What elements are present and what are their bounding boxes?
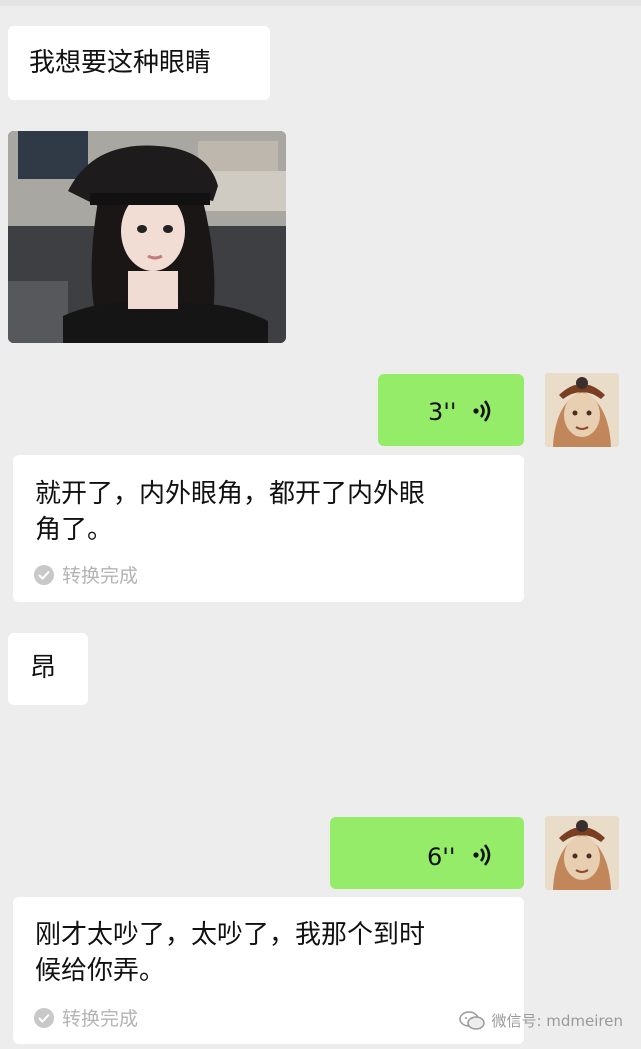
transcript-line: 刚才太吵了，太吵了，我那个到时 (35, 920, 426, 950)
transcript-line: 就开了，内外眼角，都开了内外眼 (35, 479, 426, 509)
avatar[interactable] (545, 816, 619, 890)
voice-duration: 6'' (427, 843, 456, 871)
voice-wave-icon (473, 844, 491, 866)
status-text: 转换完成 (62, 565, 139, 587)
avatar-image (545, 373, 619, 447)
watermark: 微信号: mdmeiren (459, 1010, 623, 1031)
incoming-text-bubble[interactable]: 昂 (8, 633, 88, 705)
top-divider (0, 0, 641, 6)
message-text: 我想要这种眼睛 (29, 48, 212, 78)
photo-image (8, 131, 286, 343)
check-circle-icon (34, 1007, 54, 1028)
check-circle-icon (34, 564, 54, 585)
watermark-text: 微信号: mdmeiren (491, 1012, 623, 1030)
voice-wave-icon (473, 400, 491, 422)
outgoing-voice-bubble[interactable]: 6'' (330, 817, 524, 889)
outgoing-voice-bubble[interactable]: 3'' (378, 374, 524, 446)
voice-duration: 3'' (428, 398, 457, 426)
avatar-image (545, 816, 619, 890)
incoming-text-bubble[interactable]: 我想要这种眼睛 (8, 26, 270, 100)
status-text: 转换完成 (62, 1008, 139, 1030)
message-text: 昂 (30, 653, 57, 683)
transcription-status: 转换完成 (34, 1004, 138, 1031)
avatar[interactable] (545, 373, 619, 447)
incoming-image-message[interactable] (8, 131, 286, 343)
wechat-logo-icon (459, 1010, 486, 1030)
transcript-line: 候给你弄。 (35, 956, 166, 986)
transcript-line: 角了。 (35, 515, 114, 545)
transcription-status: 转换完成 (34, 561, 138, 588)
